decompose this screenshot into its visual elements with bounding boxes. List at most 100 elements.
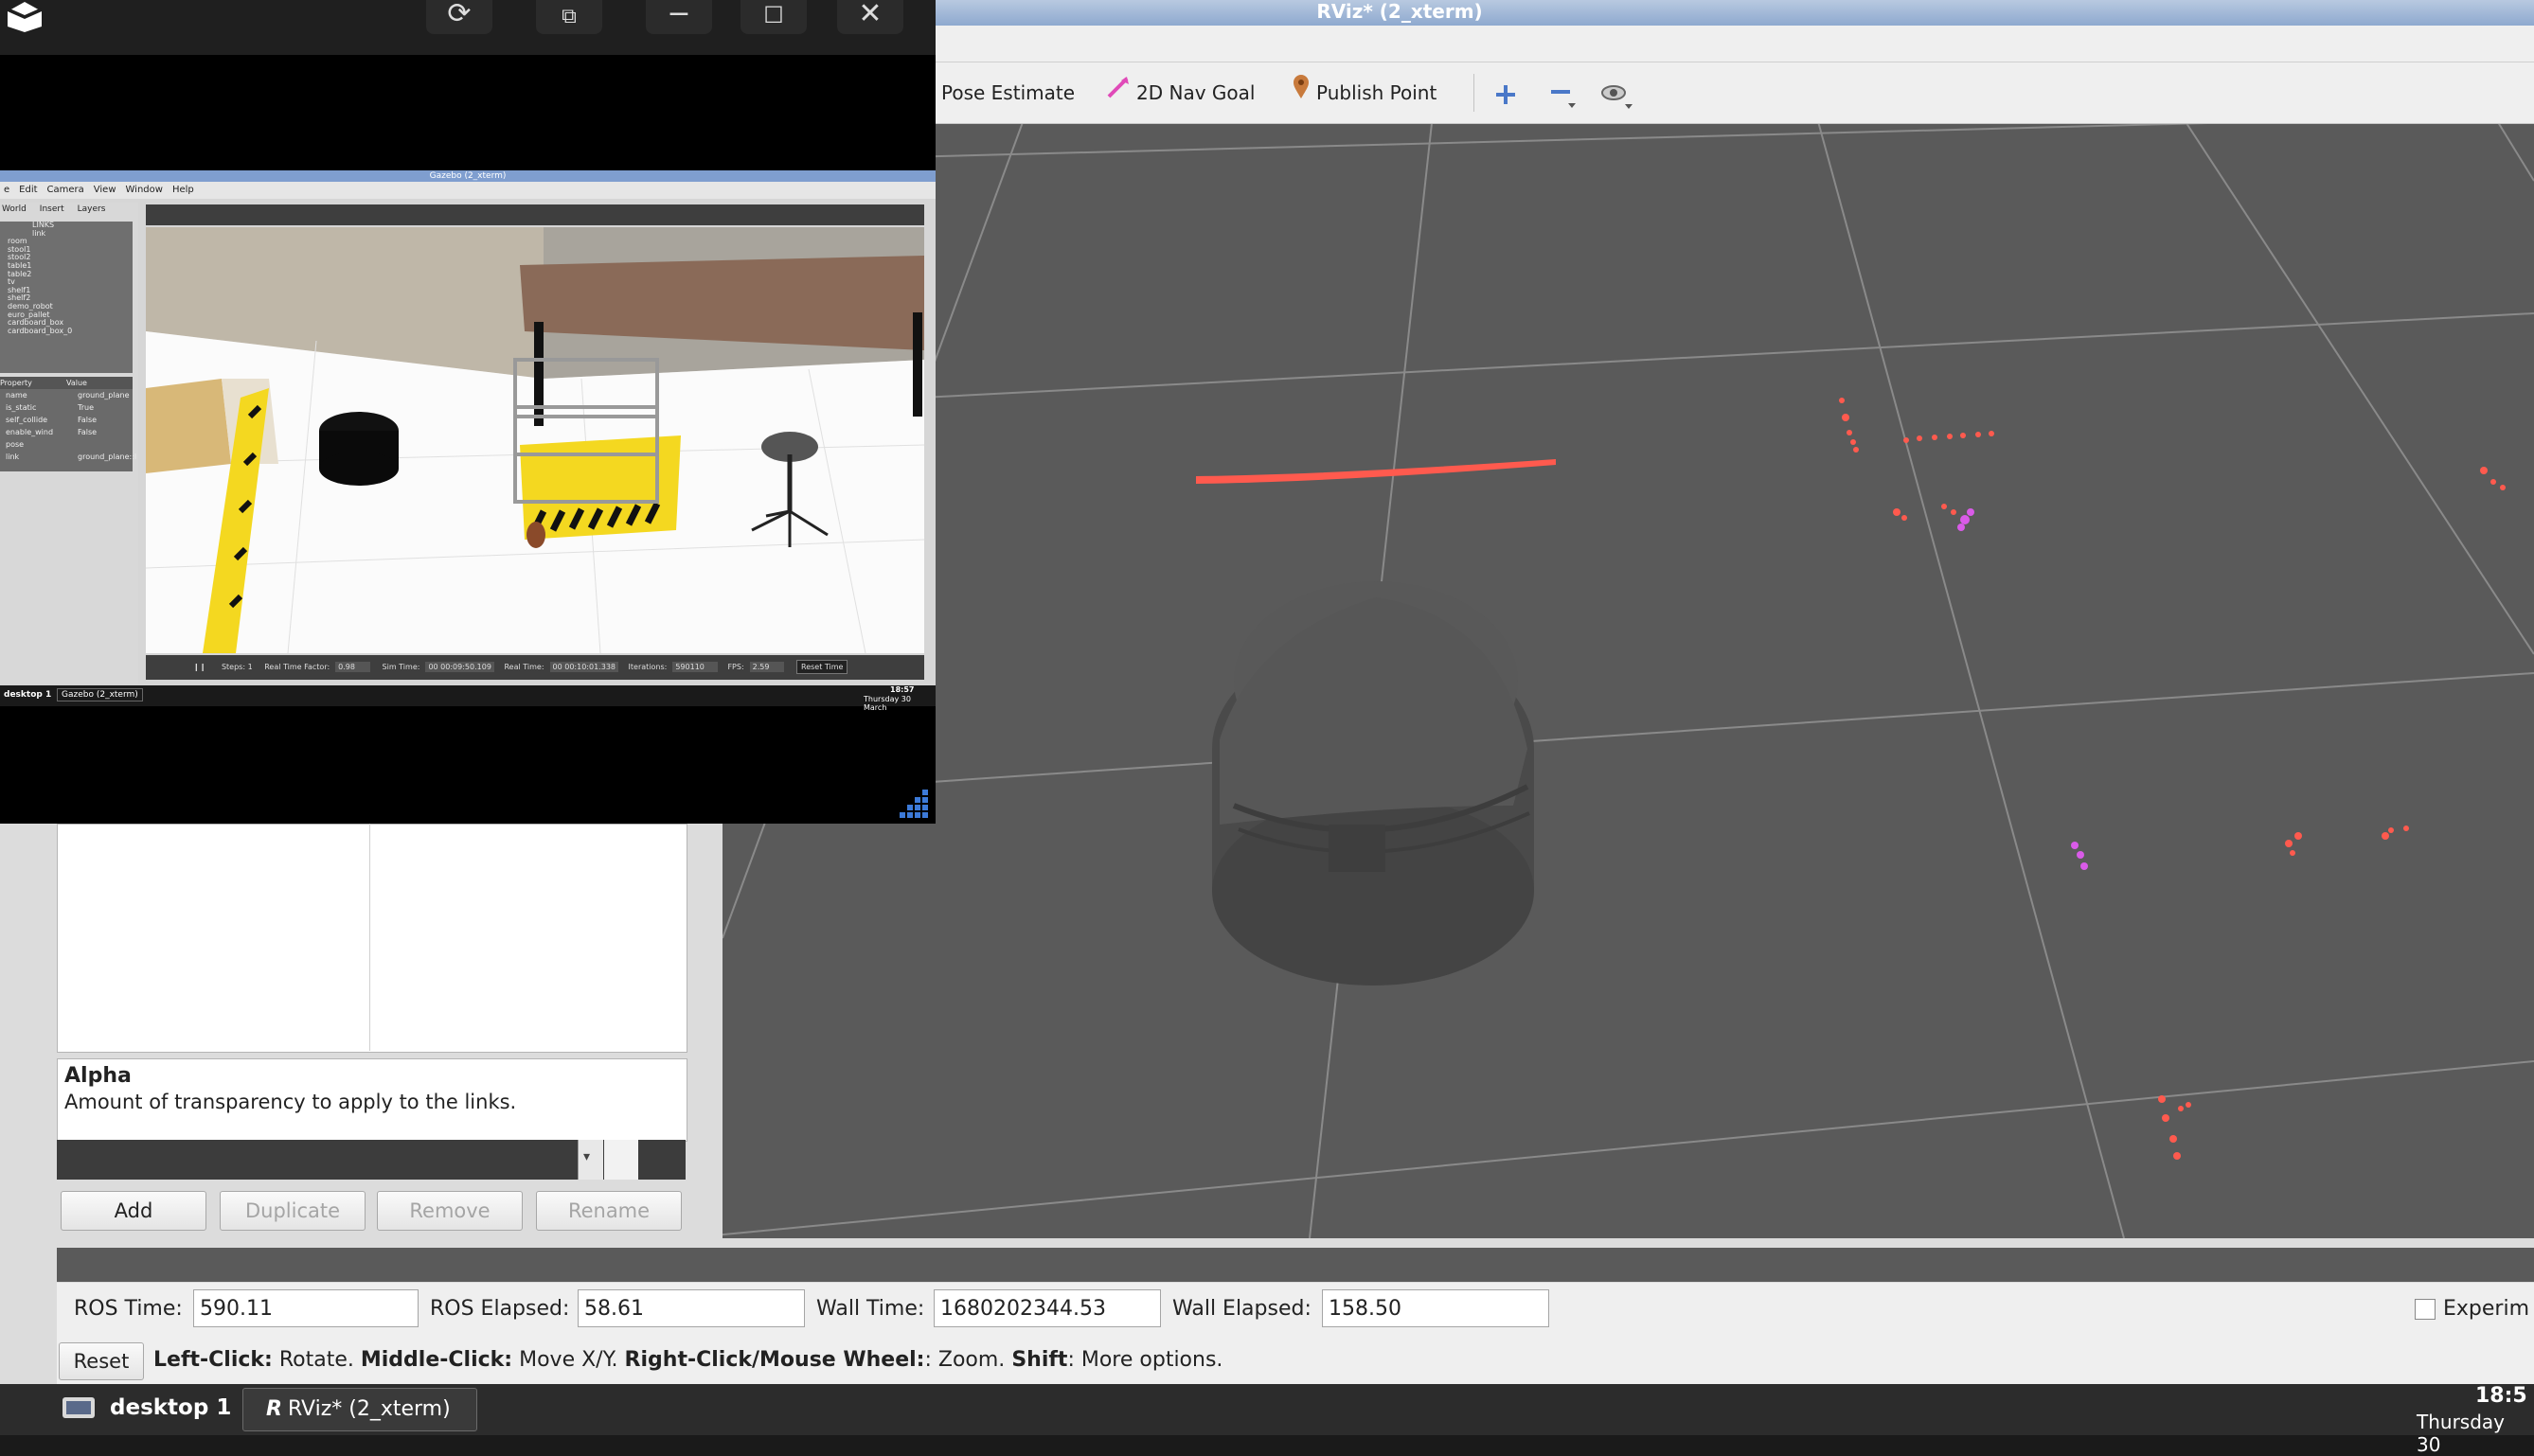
gz-menu-file[interactable]: e bbox=[4, 185, 9, 195]
grid bbox=[723, 124, 2534, 1238]
wall-time-label: Wall Time: bbox=[816, 1297, 925, 1321]
gazebo-toolbar[interactable] bbox=[146, 204, 924, 225]
add-button[interactable]: Add bbox=[61, 1191, 206, 1231]
view-tool-button[interactable] bbox=[1600, 62, 1638, 123]
app-cube-icon bbox=[4, 0, 45, 36]
gazebo-3d-scene[interactable] bbox=[146, 227, 924, 653]
remove-button[interactable]: Remove bbox=[377, 1191, 523, 1231]
hint-shift-key: Shift bbox=[1011, 1348, 1068, 1372]
gz-rtf-label: Real Time Factor: bbox=[264, 663, 330, 671]
nav-goal-icon bbox=[1106, 62, 1131, 123]
gz-tab-world[interactable]: World bbox=[2, 204, 27, 214]
prop-name: link bbox=[6, 453, 20, 461]
hint-right-text: : Zoom. bbox=[924, 1348, 1012, 1372]
tree-item: LINKS bbox=[32, 221, 55, 229]
gazebo-title: Gazebo (2_xterm) bbox=[0, 170, 936, 182]
taskbar-window-label: RViz* (2_xterm) bbox=[287, 1397, 451, 1421]
taskbar-window-rviz[interactable]: R RViz* (2_xterm) bbox=[242, 1388, 477, 1431]
gz-clock: 18:57 bbox=[890, 685, 915, 694]
viewport-scene bbox=[723, 124, 2534, 1238]
prop-name: self_collide bbox=[6, 416, 48, 424]
experimental-checkbox[interactable] bbox=[2415, 1299, 2436, 1320]
scroll-track[interactable] bbox=[604, 1140, 638, 1180]
prop-name: enable_wind bbox=[6, 428, 54, 436]
property-column-divider[interactable] bbox=[369, 824, 370, 1051]
ros-time-field[interactable]: 590.11 bbox=[193, 1289, 419, 1327]
gz-menu-window[interactable]: Window bbox=[126, 185, 163, 195]
gazebo-model-tree[interactable]: LINKS link room stool1 stool2 table1 tab… bbox=[0, 221, 133, 373]
prop-value: ground_plane bbox=[78, 391, 130, 400]
reset-button[interactable]: Reset bbox=[59, 1342, 144, 1380]
chevron-down-icon: ▾ bbox=[583, 1149, 591, 1164]
gazebo-taskbar: desktop 1 Gazebo (2_xterm) 18:57 Thursda… bbox=[0, 685, 936, 712]
close-button[interactable]: ✕ bbox=[837, 0, 903, 34]
pose-estimate-label: Pose Estimate bbox=[941, 81, 1076, 104]
gz-menu-view[interactable]: View bbox=[94, 185, 116, 195]
experimental-label: Experim bbox=[2443, 1297, 2530, 1321]
wall-elapsed-field[interactable]: 158.50 bbox=[1322, 1289, 1549, 1327]
prop-value: ground_plane::l bbox=[78, 453, 137, 461]
minimize-button[interactable]: − bbox=[646, 0, 712, 34]
publish-point-tool[interactable]: Publish Point bbox=[1292, 62, 1437, 123]
prop-header-property: Property bbox=[0, 379, 32, 387]
rename-button[interactable]: Rename bbox=[536, 1191, 682, 1231]
laser-scan-alt bbox=[1957, 508, 2088, 870]
gz-sim-label: Sim Time: bbox=[382, 663, 420, 671]
gz-rtf: 0.98 bbox=[335, 662, 370, 672]
show-desktop-icon[interactable] bbox=[61, 1394, 98, 1428]
add-tool-button[interactable] bbox=[1494, 62, 1523, 123]
gz-desktop-label: desktop 1 bbox=[4, 690, 52, 700]
clock-time: 18:5 bbox=[2475, 1384, 2527, 1408]
ros-elapsed-field[interactable]: 58.61 bbox=[578, 1289, 805, 1327]
refresh-button[interactable]: ⟳ bbox=[426, 0, 492, 34]
gazebo-tabs: World Insert Layers bbox=[0, 204, 138, 220]
gz-fps-label: FPS: bbox=[727, 663, 744, 671]
toolbar-separator bbox=[1473, 74, 1474, 112]
mouse-hint: Left-Click: Rotate. Middle-Click: Move X… bbox=[153, 1348, 1222, 1372]
hint-middle-key: Middle-Click: bbox=[360, 1348, 513, 1372]
property-tree[interactable] bbox=[57, 824, 687, 1053]
pause-icon[interactable]: ❙❙ bbox=[193, 663, 205, 671]
nav-goal-label: 2D Nav Goal bbox=[1136, 81, 1256, 104]
gz-real-label: Real Time: bbox=[504, 663, 544, 671]
resize-grip-icon[interactable] bbox=[898, 788, 930, 824]
scroll-down-button[interactable]: ▾ bbox=[578, 1140, 603, 1180]
remove-tool-button[interactable] bbox=[1549, 62, 1581, 123]
panel-splitter[interactable] bbox=[57, 1248, 2534, 1282]
rviz-logo-icon: R bbox=[266, 1397, 282, 1421]
gz-reset-time-button[interactable]: Reset Time bbox=[796, 660, 848, 674]
desktop-label[interactable]: desktop 1 bbox=[110, 1395, 231, 1420]
gz-menu-edit[interactable]: Edit bbox=[19, 185, 37, 195]
gz-menu-help[interactable]: Help bbox=[172, 185, 194, 195]
publish-point-label: Publish Point bbox=[1316, 81, 1437, 104]
wall-time-field[interactable]: 1680202344.53 bbox=[934, 1289, 1161, 1327]
map-pin-icon bbox=[1292, 62, 1311, 123]
gz-menu-camera[interactable]: Camera bbox=[47, 185, 84, 195]
hint-shift-text: : More options. bbox=[1067, 1348, 1223, 1372]
maximize-icon: ☐ bbox=[763, 2, 784, 28]
tree-item: cardboard_box_0 bbox=[8, 326, 73, 335]
hint-middle-text: Move X/Y. bbox=[512, 1348, 625, 1372]
3d-viewport[interactable] bbox=[723, 124, 2534, 1238]
hint-right-key: Right-Click/Mouse Wheel: bbox=[624, 1348, 925, 1372]
plus-icon bbox=[1494, 81, 1517, 104]
property-help-title: Alpha bbox=[64, 1064, 132, 1088]
prop-value: False bbox=[78, 416, 98, 424]
gz-tab-insert[interactable]: Insert bbox=[40, 204, 64, 214]
gz-tab-layers[interactable]: Layers bbox=[78, 204, 106, 214]
copy-icon: ⧉ bbox=[562, 5, 577, 28]
nav-goal-tool[interactable]: 2D Nav Goal bbox=[1106, 62, 1255, 123]
gazebo-properties[interactable]: Property Value name ground_plane is_static… bbox=[0, 377, 137, 471]
maximize-button[interactable]: ☐ bbox=[741, 0, 807, 34]
restore-button[interactable]: ⧉ bbox=[536, 0, 602, 34]
pose-estimate-tool[interactable]: Pose Estimate bbox=[941, 62, 1075, 123]
gazebo-scene-drawing bbox=[146, 227, 924, 653]
gz-sim: 00 00:09:50.109 bbox=[425, 662, 494, 672]
prop-name: is_static bbox=[6, 403, 37, 412]
prop-name: name bbox=[6, 391, 27, 400]
close-icon: ✕ bbox=[858, 0, 883, 30]
minimize-icon: − bbox=[667, 0, 691, 30]
duplicate-button[interactable]: Duplicate bbox=[220, 1191, 366, 1231]
gz-taskbar-window: Gazebo (2_xterm) bbox=[57, 688, 143, 701]
robot-model bbox=[1212, 581, 1534, 985]
